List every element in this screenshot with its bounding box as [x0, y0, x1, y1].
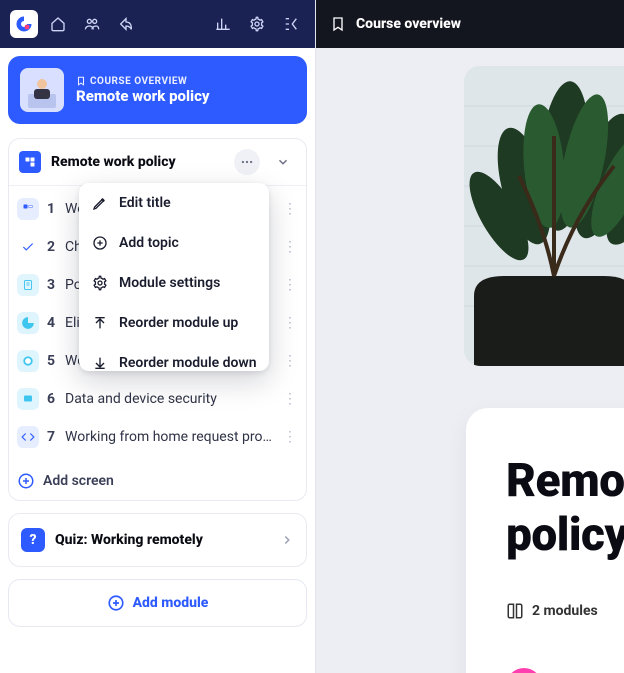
menu-label: Reorder module up — [119, 315, 238, 331]
screen-number: 2 — [47, 239, 57, 255]
preview-course-title: Remote work policy — [506, 454, 624, 562]
add-screen-label: Add screen — [43, 473, 114, 489]
arrow-up-icon — [91, 315, 109, 331]
context-menu-scroll[interactable]: Edit title Add topic Module settings Reo… — [79, 183, 269, 371]
screen-row[interactable]: 7 Working from home request process ⋮ — [11, 418, 304, 456]
preview-header: Course overview — [316, 0, 624, 48]
screen-menu-button[interactable]: ⋮ — [282, 315, 298, 331]
menu-reorder-up[interactable]: Reorder module up — [79, 303, 269, 343]
menu-label: Module settings — [119, 275, 220, 291]
screen-menu-button[interactable]: ⋮ — [282, 353, 298, 369]
screen-menu-button[interactable]: ⋮ — [282, 277, 298, 293]
cover-image — [464, 66, 624, 366]
screen-type-icon — [17, 198, 39, 220]
course-title: Remote work policy — [76, 87, 210, 105]
menu-add-topic[interactable]: Add topic — [79, 223, 269, 263]
screen-number: 6 — [47, 391, 57, 407]
menu-module-settings[interactable]: Module settings — [79, 263, 269, 303]
screen-type-icon — [17, 350, 39, 372]
screen-menu-button[interactable]: ⋮ — [282, 239, 298, 255]
screen-number: 7 — [47, 429, 57, 445]
course-sheet: Remote work policy 2 modules AD YOUR TRA… — [466, 408, 624, 673]
app-logo[interactable] — [10, 10, 38, 38]
screen-type-icon — [17, 236, 39, 258]
home-button[interactable] — [44, 10, 72, 38]
add-module-button[interactable]: Add module — [8, 579, 307, 627]
module-context-menu: Edit title Add topic Module settings Reo… — [79, 183, 269, 371]
menu-label: Edit title — [119, 195, 171, 211]
add-module-label: Add module — [133, 595, 209, 611]
screen-type-icon — [17, 426, 39, 448]
screen-number: 5 — [47, 353, 57, 369]
topbar — [0, 0, 315, 48]
people-button[interactable] — [78, 10, 106, 38]
plus-icon — [107, 594, 125, 612]
module-header: Remote work policy — [9, 139, 306, 186]
settings-button[interactable] — [243, 10, 271, 38]
share-button[interactable] — [112, 10, 140, 38]
plus-icon — [17, 472, 35, 490]
screen-menu-button[interactable]: ⋮ — [282, 429, 298, 445]
menu-label: Add topic — [119, 235, 179, 251]
screen-type-icon — [17, 274, 39, 296]
book-icon — [506, 602, 524, 620]
menu-reorder-down[interactable]: Reorder module down — [79, 343, 269, 371]
trainer-row: AD YOUR TRAINER Arinda — [506, 668, 624, 673]
arrow-down-icon — [91, 355, 109, 371]
screen-type-icon — [17, 388, 39, 410]
editor-panel: COURSE OVERVIEW Remote work policy Remot… — [0, 0, 316, 673]
module-card: Remote work policy Edit title — [8, 138, 307, 501]
preview-body: Remote work policy 2 modules AD YOUR TRA… — [316, 48, 624, 673]
quiz-card[interactable]: ? Quiz: Working remotely — [8, 513, 307, 567]
screen-number: 3 — [47, 277, 57, 293]
course-eyebrow: COURSE OVERVIEW — [76, 76, 210, 87]
module-icon — [19, 151, 41, 173]
preview-header-title: Course overview — [356, 16, 461, 32]
chevron-right-icon — [280, 533, 294, 547]
modules-count-text: 2 modules — [532, 603, 598, 619]
screen-menu-button[interactable]: ⋮ — [282, 391, 298, 407]
screen-menu-button[interactable]: ⋮ — [282, 201, 298, 217]
screen-row[interactable]: 6 Data and device security ⋮ — [11, 380, 304, 418]
bookmark-icon — [330, 16, 346, 32]
screen-type-icon — [17, 312, 39, 334]
module-menu-button[interactable] — [234, 149, 260, 175]
menu-edit-title[interactable]: Edit title — [79, 183, 269, 223]
collapse-button[interactable] — [277, 10, 305, 38]
quiz-title: Quiz: Working remotely — [55, 532, 270, 548]
module-collapse-toggle[interactable] — [270, 149, 296, 175]
add-screen-button[interactable]: Add screen — [9, 462, 306, 500]
trainer-avatar: AD — [506, 668, 542, 673]
course-hero[interactable]: COURSE OVERVIEW Remote work policy — [8, 56, 307, 124]
editor-scroll[interactable]: COURSE OVERVIEW Remote work policy Remot… — [0, 48, 315, 673]
pencil-icon — [91, 195, 109, 211]
menu-label: Reorder module down — [119, 355, 257, 371]
gear-icon — [91, 275, 109, 291]
plus-circle-icon — [91, 235, 109, 251]
quiz-icon: ? — [21, 528, 45, 552]
module-title: Remote work policy — [51, 154, 224, 170]
analytics-button[interactable] — [209, 10, 237, 38]
preview-panel: Course overview — [316, 0, 624, 673]
screen-number: 4 — [47, 315, 57, 331]
course-thumbnail — [20, 68, 64, 112]
screen-title: Working from home request process — [65, 429, 274, 445]
screen-number: 1 — [47, 201, 57, 217]
screen-title: Data and device security — [65, 391, 274, 407]
modules-count: 2 modules — [506, 602, 624, 620]
